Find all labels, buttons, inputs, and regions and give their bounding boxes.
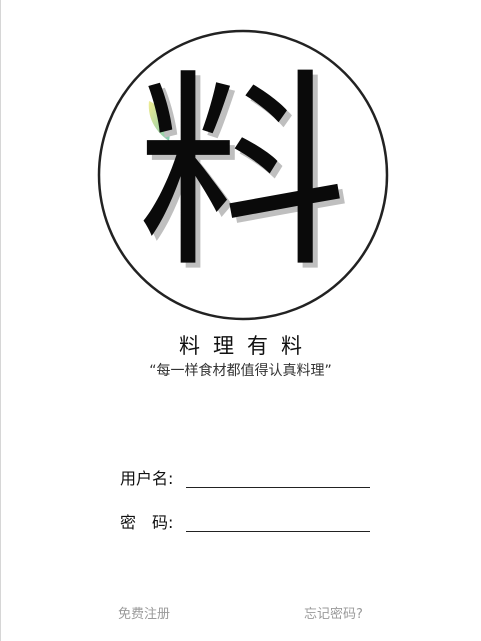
app-name: 料理有料 (179, 334, 315, 358)
window-edge (0, 0, 1, 641)
password-input[interactable] (186, 511, 370, 532)
username-input[interactable] (186, 467, 370, 488)
app-slogan: “每一样食材都值得认真料理” (149, 363, 332, 379)
username-label: 用户名: (120, 469, 174, 488)
username-row: 用户名: (120, 467, 370, 493)
app-logo: 料 料 (97, 29, 389, 321)
password-label: 密 码: (120, 513, 174, 532)
password-row: 密 码: (120, 511, 370, 537)
forgot-password-link[interactable]: 忘记密码? (304, 603, 363, 622)
logo-character: 料 (137, 51, 347, 296)
register-link[interactable]: 免费注册 (118, 603, 170, 622)
